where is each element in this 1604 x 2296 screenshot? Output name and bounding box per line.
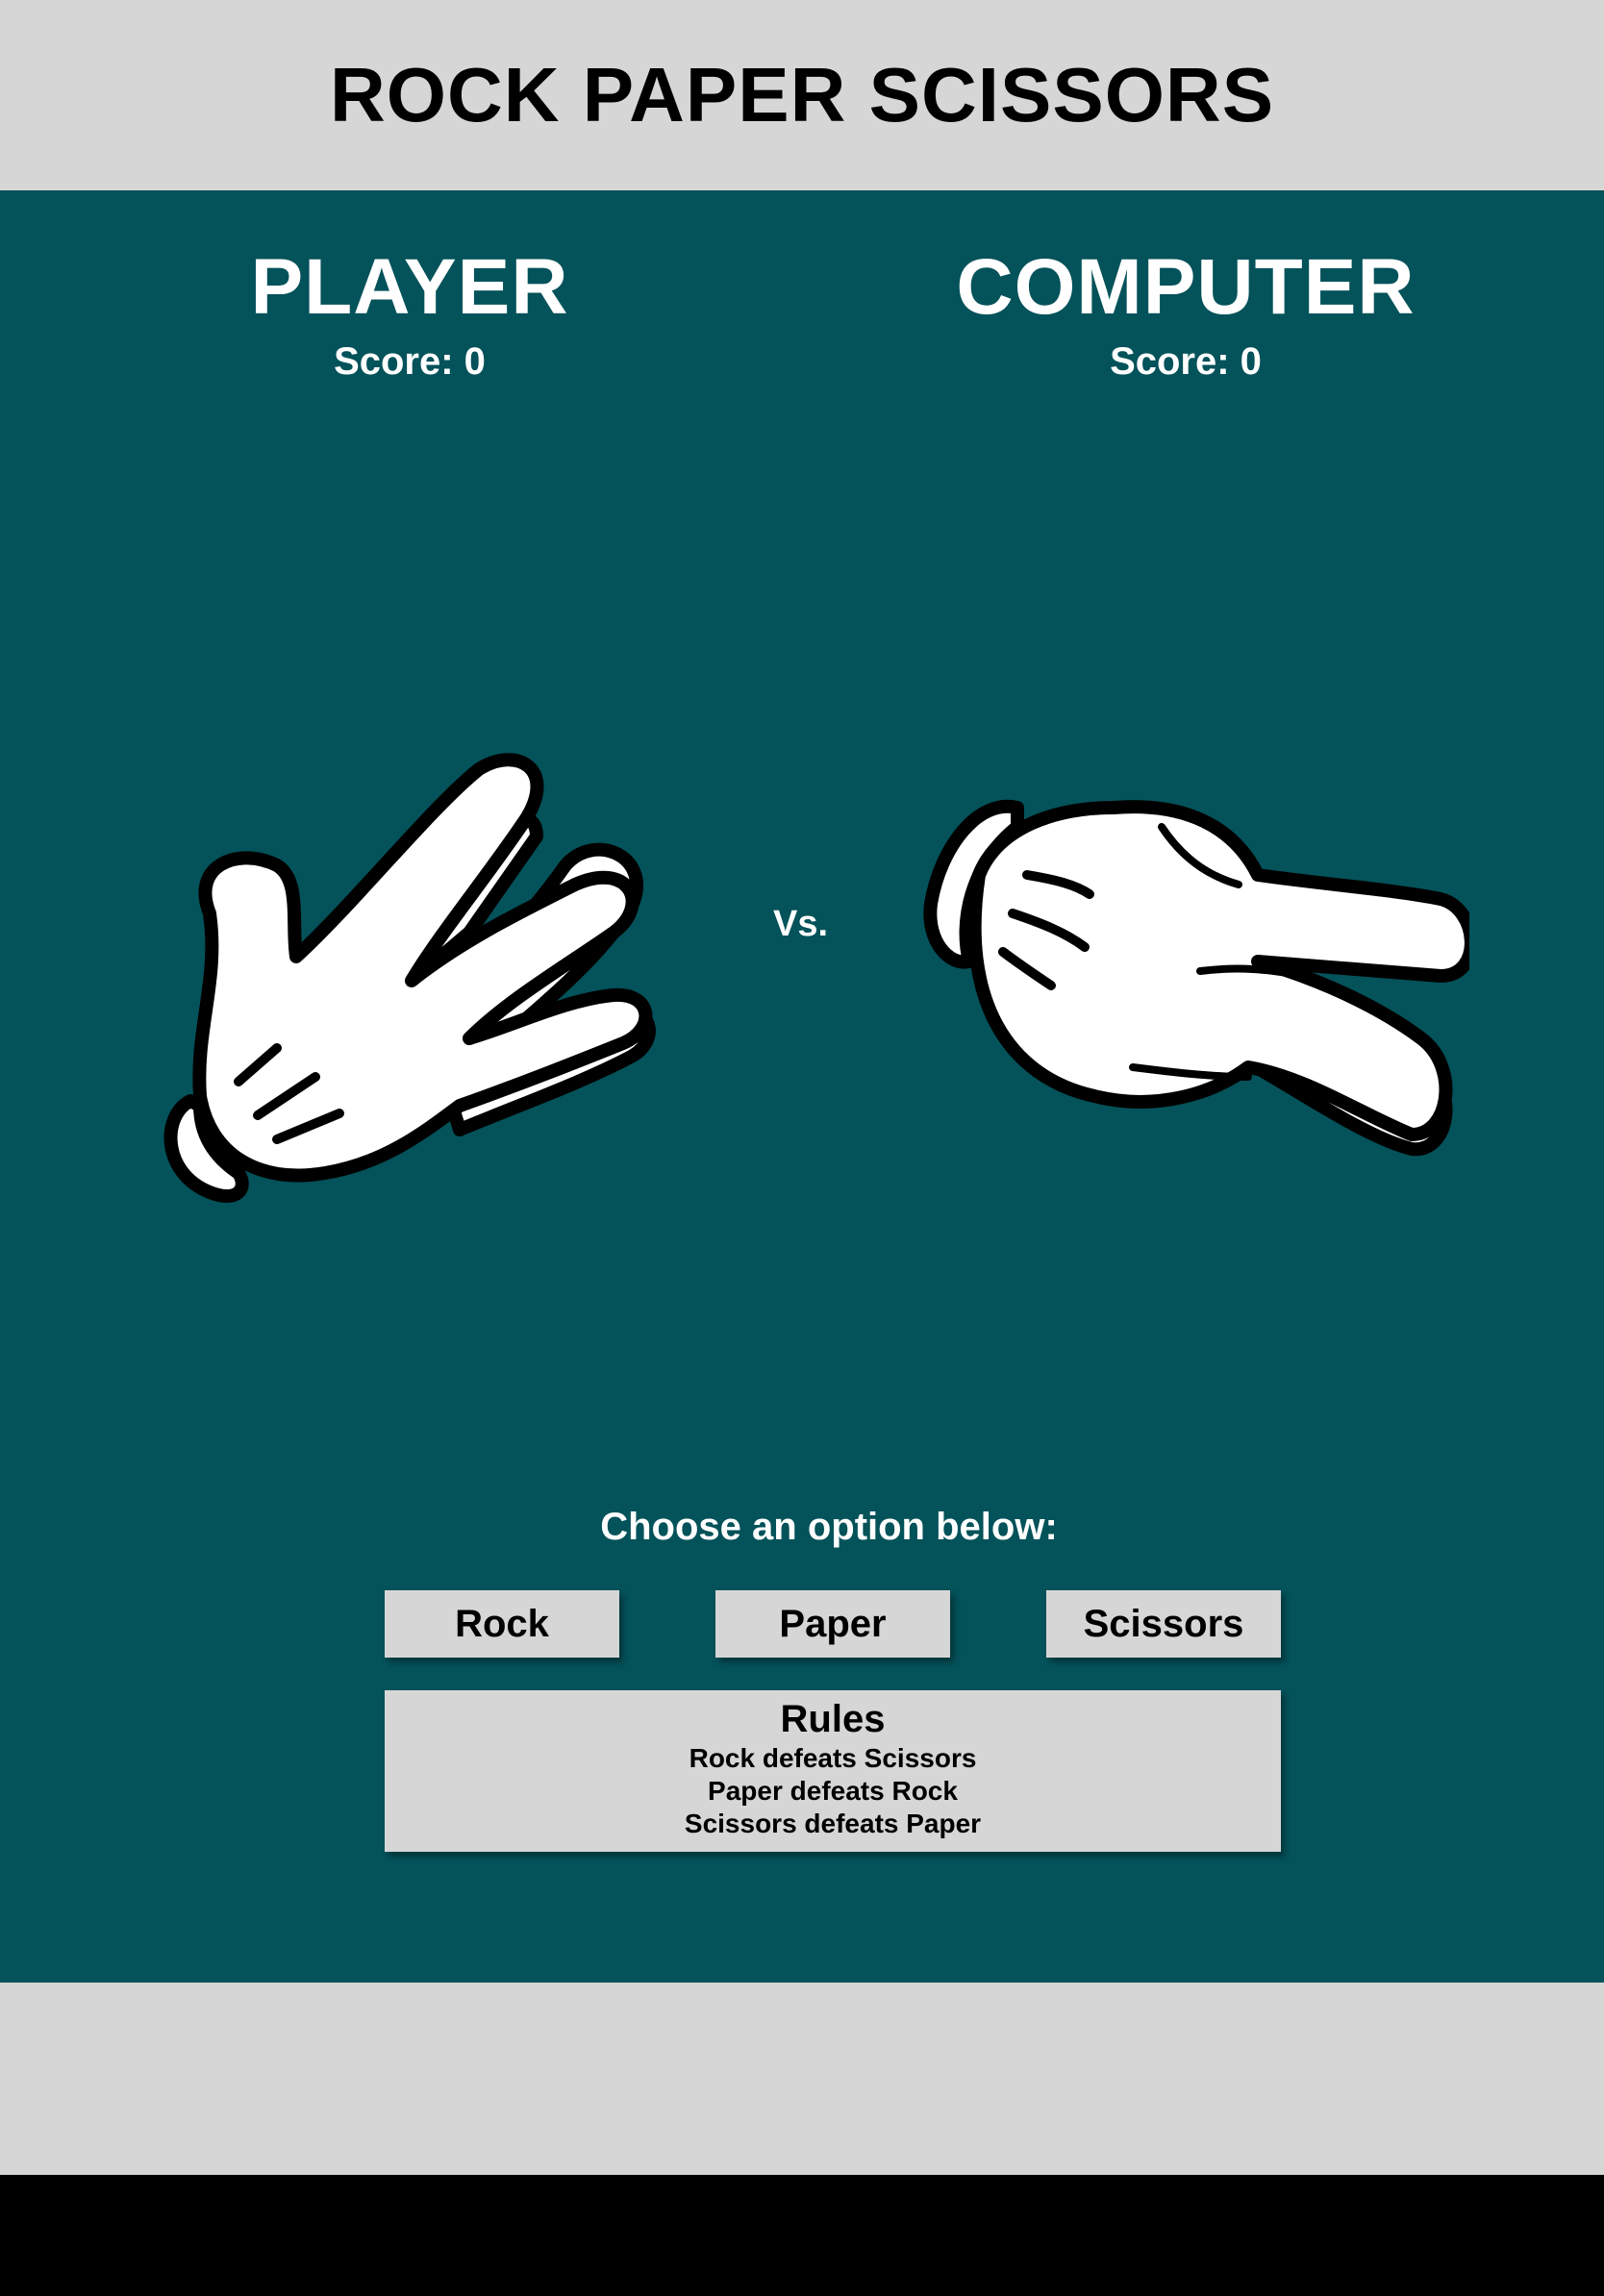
player-panel: PLAYER Score: 0 [217,248,602,384]
rule-item: Rock defeats Scissors [689,1743,977,1773]
rule-item: Paper defeats Rock [708,1776,958,1806]
paper-button[interactable]: Paper [715,1590,950,1658]
scissors-button[interactable]: Scissors [1046,1590,1281,1658]
computer-scissors-hand-icon [923,799,1469,1157]
choose-prompt: Choose an option below: [600,1506,1058,1548]
versus-label: Vs. [772,904,829,944]
rule-item: Scissors defeats Paper [684,1809,982,1838]
footer-bar [0,1983,1604,2175]
player-scissors-hand-icon [163,753,656,1204]
bottom-bar [0,2175,1604,2296]
rules-title: Rules [780,1698,886,1740]
player-score: Score: 0 [334,340,486,383]
computer-score: Score: 0 [1110,340,1262,383]
page-title: ROCK PAPER SCISSORS [329,52,1275,137]
rock-button[interactable]: Rock [385,1590,619,1658]
computer-name: COMPUTER [956,243,1416,331]
player-name: PLAYER [250,243,569,331]
rules-panel: Rules Rock defeats Scissors Paper defeat… [385,1690,1281,1852]
computer-panel: COMPUTER Score: 0 [897,248,1474,384]
header-bar: ROCK PAPER SCISSORS [0,0,1604,190]
